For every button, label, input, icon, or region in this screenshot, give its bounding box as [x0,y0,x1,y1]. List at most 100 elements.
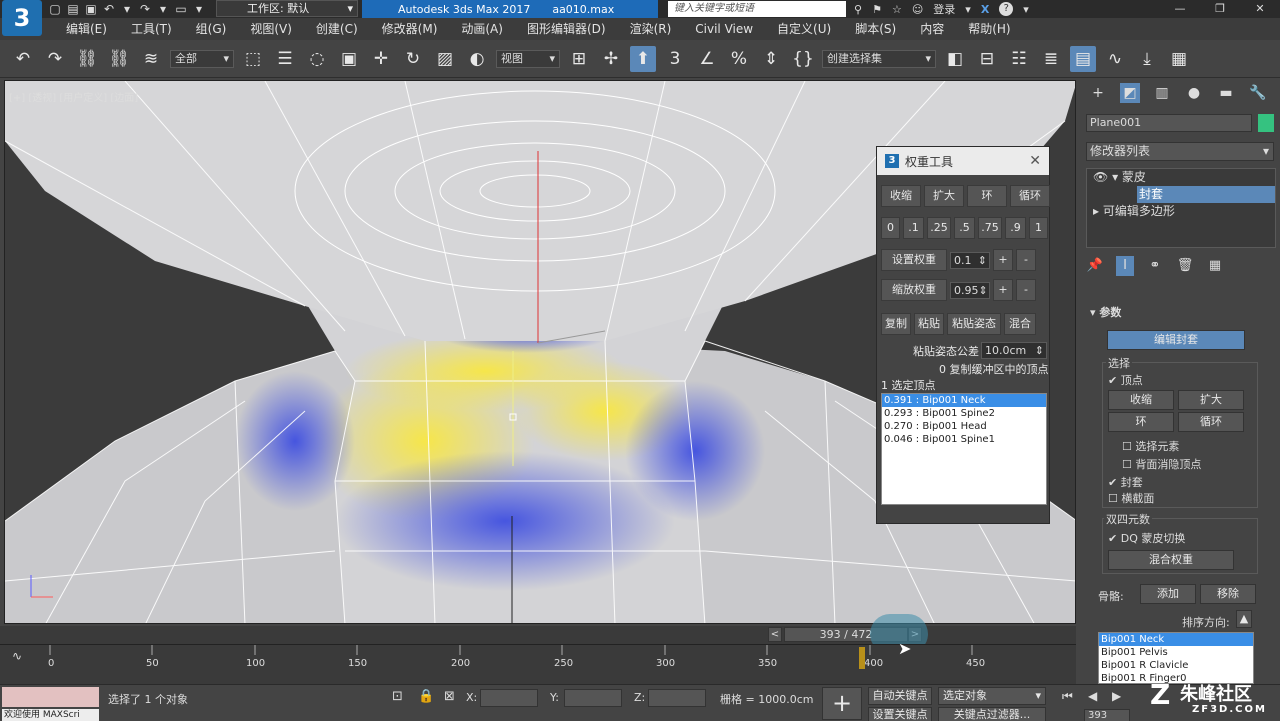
user-icon[interactable]: ☺ [912,3,923,16]
scale-weight-spinner[interactable]: 0.95 ⇕ [950,281,990,299]
pin-stack-icon[interactable]: 📌 [1086,256,1104,276]
login-dropdown-icon[interactable]: ▾ [965,3,971,16]
motion-tab-icon[interactable]: ● [1184,83,1204,103]
track-bar[interactable]: ∿ 0 50 100 150 200 250 300 350 400 450 ➤ [0,639,1076,684]
go-to-start-icon[interactable]: ⏮ [1062,689,1073,704]
keyboard-shortcut-override-icon[interactable]: ⬆ [630,45,656,72]
selection-filter-dropdown[interactable]: 全部 ▾ [170,49,234,68]
object-color-swatch[interactable] [1258,114,1274,132]
paste-tolerance-spinner[interactable]: 10.0cm ⇕ [981,342,1047,359]
move-icon[interactable]: ✛ [368,46,394,72]
blend-button[interactable]: 混合 [1004,313,1036,335]
menu-views[interactable]: 视图(V) [238,18,304,40]
utilities-tab-icon[interactable]: 🔧 [1248,83,1268,103]
add-time-tag-icon[interactable]: + [822,687,862,720]
unlink-icon[interactable]: ⛓ [106,46,132,72]
eye-icon[interactable]: 👁 [1093,170,1108,184]
list-item[interactable]: Bip001 R Clavicle [1099,659,1253,672]
stack-item-envelope[interactable]: 封套 [1137,186,1275,203]
list-item[interactable]: 0.046 : Bip001 Spine1 [882,433,1046,446]
link-icon[interactable]: ⛓ [74,46,100,72]
spinner-arrows-icon[interactable]: ⇕ [1035,343,1044,358]
spinner-arrows-icon[interactable]: ⇕ [978,253,987,268]
weight-minus-button[interactable]: - [1016,249,1036,271]
preset-1-button[interactable]: 1 [1029,217,1048,239]
reference-coord-dropdown[interactable]: 视图 ▾ [496,49,560,68]
scale-minus-button[interactable]: - [1016,279,1036,301]
isolate-selection-icon[interactable]: ⊡ [392,689,403,704]
open-file-icon[interactable]: ▤ [66,2,80,16]
list-item[interactable]: 0.270 : Bip001 Head [882,420,1046,433]
menu-tools[interactable]: 工具(T) [119,18,184,40]
project-folder-icon[interactable]: ▭ [174,2,188,16]
layer-explorer-icon[interactable]: ≣ [1038,46,1064,72]
backface-cull-checkbox[interactable]: ☐ 背面消隐顶点 [1122,456,1201,472]
maxscript-listener[interactable] [2,687,99,707]
blend-weights-button[interactable]: 混合权重 [1108,550,1234,570]
x-coordinate-field[interactable] [480,689,538,707]
loop-button[interactable]: 循环 [1178,412,1244,432]
undo-dropdown-icon[interactable]: ▾ [120,2,134,16]
configure-sets-icon[interactable]: ▦ [1206,256,1224,276]
current-frame-field[interactable]: 393 [1084,709,1130,721]
select-manipulate-icon[interactable]: ✢ [598,46,624,72]
paste-button[interactable]: 粘贴 [914,313,944,335]
close-icon[interactable]: ✕ [1240,0,1280,18]
undo-icon[interactable]: ↶ [102,2,116,16]
preset-075-button[interactable]: .75 [978,217,1002,239]
modify-tab-icon[interactable]: ◩ [1120,83,1140,103]
preset-01-button[interactable]: .1 [903,217,924,239]
exchange-icon[interactable]: X [981,3,989,16]
select-by-name-icon[interactable]: ☰ [272,46,298,72]
scale-weight-button[interactable]: 缩放权重 [881,279,947,301]
binoculars-icon[interactable]: ⚲ [854,3,862,16]
dq-skin-toggle-checkbox[interactable]: ✔ DQ 蒙皮切换 [1108,530,1185,546]
play-icon[interactable]: ▶ [1112,689,1121,703]
menu-modifiers[interactable]: 修改器(M) [370,18,450,40]
scale-icon[interactable]: ▨ [432,46,458,72]
menu-civil-view[interactable]: Civil View [683,18,765,40]
remove-bone-button[interactable]: 移除 [1200,584,1256,604]
percent-snap-icon[interactable]: % [726,46,752,72]
viewport-label[interactable]: [+] [透视] [用户定义] [边面] [9,89,138,104]
ring-button[interactable]: 环 [1108,412,1174,432]
y-coordinate-field[interactable] [564,689,622,707]
placement-icon[interactable]: ◐ [464,46,490,72]
named-selection-set-dropdown[interactable]: 创建选择集 ▾ [822,49,936,68]
favorites-star-icon[interactable]: ☆ [892,3,902,16]
menu-customize[interactable]: 自定义(U) [765,18,843,40]
redo-dropdown-icon[interactable]: ▾ [156,2,170,16]
login-link[interactable]: 登录 [933,1,955,17]
menu-content[interactable]: 内容 [908,18,956,40]
absolute-mode-icon[interactable]: ⊠ [444,689,455,704]
help-dropdown-icon[interactable]: ▾ [1023,3,1029,16]
close-icon[interactable]: ✕ [1029,153,1041,169]
make-unique-icon[interactable]: ⚭ [1146,256,1164,276]
shrink-button[interactable]: 收缩 [881,185,921,207]
menu-graph-editors[interactable]: 图形编辑器(D) [515,18,618,40]
copy-button[interactable]: 复制 [881,313,911,335]
window-crossing-icon[interactable]: ▣ [336,46,362,72]
preset-025-button[interactable]: .25 [927,217,951,239]
set-weight-button[interactable]: 设置权重 [881,249,947,271]
maxscript-mini-listener[interactable]: 欢迎使用 MAXScri [2,709,99,721]
expand-down-icon[interactable]: ▾ [1112,170,1118,184]
list-item[interactable]: Bip001 Neck [1099,633,1253,646]
community-icon[interactable]: ⚑ [872,3,882,16]
menu-rendering[interactable]: 渲染(R) [618,18,684,40]
undo-icon[interactable]: ↶ [10,46,36,72]
show-end-result-icon[interactable]: I [1116,256,1134,276]
key-filters-button[interactable]: 关键点过滤器... [938,707,1046,721]
display-tab-icon[interactable]: ▬ [1216,83,1236,103]
curve-editor-icon[interactable]: ∿ [1102,46,1128,72]
lock-icon[interactable]: 🔒 [418,689,434,704]
key-mode-dropdown[interactable]: 选定对象 ▾ [938,687,1046,705]
workspace-dropdown-icon[interactable]: ▾ [192,2,206,16]
bone-weight-list[interactable]: 0.391 : Bip001 Neck 0.293 : Bip001 Spine… [881,393,1047,505]
scene-explorer-icon[interactable]: ☷ [1006,46,1032,72]
weight-plus-button[interactable]: + [993,249,1013,271]
workspace-dropdown[interactable]: 工作区: 默认 ▾ [216,0,358,17]
edit-named-selection-icon[interactable]: {} [790,46,816,72]
app-logo-icon[interactable]: 3 [2,0,42,36]
stack-item-editpoly[interactable]: ▸ 可编辑多边形 [1087,203,1275,220]
